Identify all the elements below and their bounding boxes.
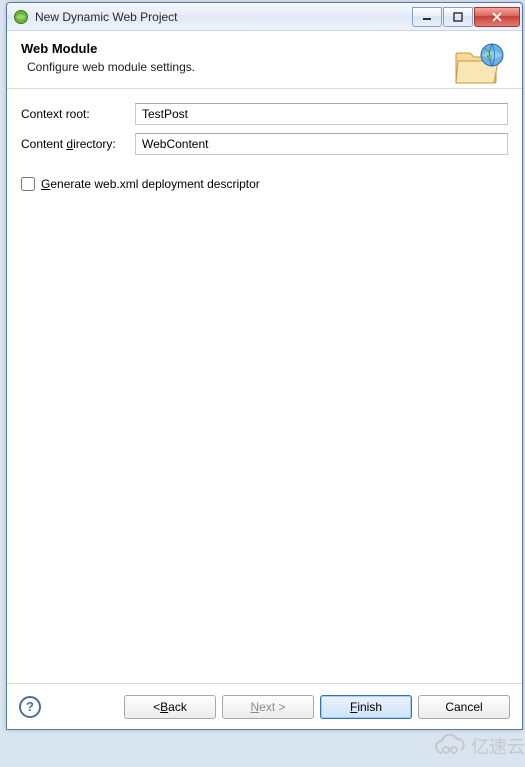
folder-globe-icon: [454, 41, 506, 88]
close-button[interactable]: [474, 7, 520, 27]
context-root-row: Context root:: [21, 103, 508, 125]
app-icon: [13, 9, 29, 25]
generate-webxml-row: Generate web.xml deployment descriptor: [21, 177, 508, 191]
window-title: New Dynamic Web Project: [35, 10, 411, 24]
maximize-button[interactable]: [443, 7, 473, 27]
help-button[interactable]: ?: [19, 696, 41, 718]
dialog-window: New Dynamic Web Project Web Module Confi…: [6, 2, 523, 730]
context-root-input[interactable]: [135, 103, 508, 125]
back-button[interactable]: < Back: [124, 695, 216, 719]
window-controls: [411, 7, 520, 27]
banner-subtext: Configure web module settings.: [27, 60, 508, 74]
next-button[interactable]: Next >: [222, 695, 314, 719]
finish-button[interactable]: Finish: [320, 695, 412, 719]
titlebar[interactable]: New Dynamic Web Project: [7, 3, 522, 31]
content-directory-label: Content directory:: [21, 137, 135, 151]
cancel-button[interactable]: Cancel: [418, 695, 510, 719]
content-directory-row: Content directory:: [21, 133, 508, 155]
watermark: 亿速云: [433, 733, 525, 759]
content-directory-input[interactable]: [135, 133, 508, 155]
context-root-label: Context root:: [21, 107, 135, 121]
cloud-icon: [433, 733, 467, 759]
generate-webxml-label[interactable]: Generate web.xml deployment descriptor: [41, 177, 260, 191]
wizard-body: Context root: Content directory: Generat…: [7, 89, 522, 683]
banner-heading: Web Module: [21, 41, 508, 56]
watermark-text: 亿速云: [471, 733, 525, 759]
button-bar: ? < Back Next > Finish Cancel: [7, 683, 522, 729]
minimize-button[interactable]: [412, 7, 442, 27]
wizard-banner: Web Module Configure web module settings…: [7, 31, 522, 89]
generate-webxml-checkbox[interactable]: [21, 177, 35, 191]
